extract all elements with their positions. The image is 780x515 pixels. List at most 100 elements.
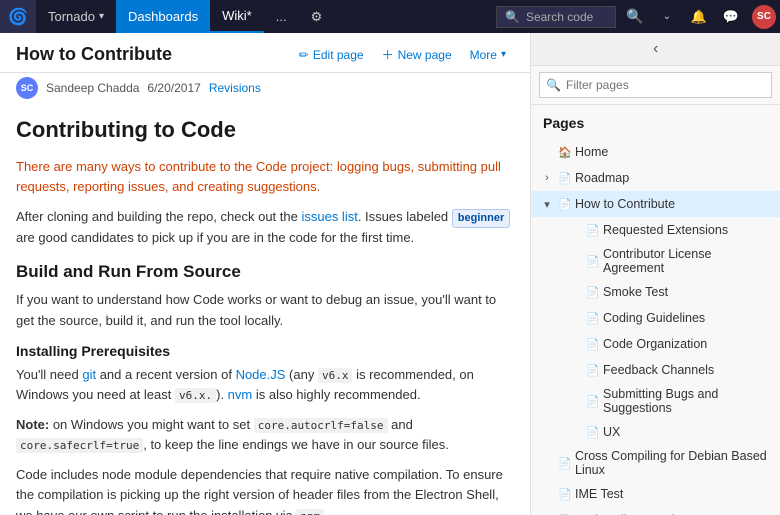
topbar-more[interactable]: ... <box>264 0 299 33</box>
topbar-settings[interactable]: ⚙ <box>299 0 335 33</box>
note-para: Note: on Windows you might want to set c… <box>16 415 514 455</box>
plus-icon: ＋ <box>382 46 394 63</box>
notifications-btn[interactable]: 🔔 <box>684 0 714 33</box>
search-code-box[interactable]: 🔍 Search code <box>496 6 616 28</box>
chat-btn[interactable]: 💬 <box>716 0 746 33</box>
note-label: Note: <box>16 417 49 432</box>
content-header: How to Contribute ✏ Edit page ＋ New page… <box>0 33 530 73</box>
topbar-icon-group: 🔍 ⌄ 🔔 💬 SC <box>620 0 780 33</box>
new-page-btn[interactable]: ＋ New page <box>374 43 460 66</box>
tree-label-ime: IME Test <box>575 487 772 501</box>
filter-wrap: 🔍 <box>539 72 772 98</box>
tree-item-submitting[interactable]: 📄 Submitting Bugs and Suggestions <box>531 383 780 419</box>
chevron-down-icon: ▾ <box>99 11 104 22</box>
page-icon-submitting: 📄 <box>585 395 601 408</box>
tree-item-home[interactable]: 🏠 Home <box>531 139 780 165</box>
sidebar-filter-area: 🔍 <box>531 66 780 105</box>
tree-label-submitting: Submitting Bugs and Suggestions <box>603 387 772 415</box>
v6x2-code: v6.x. <box>175 388 216 403</box>
topbar-dashboards[interactable]: Dashboards <box>116 0 210 33</box>
content-area: How to Contribute ✏ Edit page ＋ New page… <box>0 33 530 515</box>
topbar-project[interactable]: Tornado ▾ <box>36 0 116 33</box>
tree-label-ux: UX <box>603 425 772 439</box>
tree-item-cla[interactable]: 📄 Contributor License Agreement <box>531 243 780 279</box>
nvm-link[interactable]: nvm <box>228 387 253 402</box>
edit-page-btn[interactable]: ✏ Edit page <box>291 45 372 65</box>
section1-title: Build and Run From Source <box>16 262 514 282</box>
tree-item-requested-ext[interactable]: 📄 Requested Extensions <box>531 217 780 243</box>
tree-label-howto: How to Contribute <box>575 197 772 211</box>
page-icon-howto: 📄 <box>557 198 573 211</box>
tree-label-home: Home <box>575 145 772 159</box>
page-icon-feedback: 📄 <box>585 364 601 377</box>
tree-item-coding-guidelines[interactable]: 📄 Coding Guidelines <box>531 305 780 331</box>
author-avatar: SC <box>16 77 38 99</box>
sidebar-collapse-btn[interactable]: › <box>531 33 780 66</box>
tree-label-feedback: Feedback Channels <box>603 363 772 377</box>
filter-pages-input[interactable] <box>539 72 772 98</box>
revisions-link[interactable]: Revisions <box>209 81 261 95</box>
pages-label: Pages <box>531 111 780 139</box>
sidebar: › 🔍 Pages 🏠 Home › 📄 Roadmap <box>530 33 780 515</box>
page-icon-smoke: 📄 <box>585 286 601 299</box>
search-icon: 🔍 <box>505 10 520 24</box>
tree-item-cross-compiling[interactable]: 📄 Cross Compiling for Debian Based Linux <box>531 445 780 481</box>
page-icon-code-org: 📄 <box>585 338 601 351</box>
account-chevron-btn[interactable]: ⌄ <box>652 0 682 33</box>
page-icon-ux: 📄 <box>585 426 601 439</box>
article-content: Contributing to Code There are many ways… <box>0 105 530 515</box>
app-logo[interactable]: 🌀 <box>0 0 36 33</box>
page-icon-roadmap: 📄 <box>557 172 573 185</box>
user-avatar[interactable]: SC <box>752 5 776 29</box>
main-layout: How to Contribute ✏ Edit page ＋ New page… <box>0 33 780 515</box>
npm-code: npm <box>296 509 324 515</box>
topbar-wiki[interactable]: Wiki* <box>210 0 264 33</box>
search-toggle-btn[interactable]: 🔍 <box>620 0 650 33</box>
article-title: Contributing to Code <box>16 117 514 143</box>
more-btn[interactable]: More ▾ <box>462 45 514 65</box>
pages-tree: Pages 🏠 Home › 📄 Roadmap ▾ 📄 How to Cont… <box>531 105 780 515</box>
author-name: Sandeep Chadda <box>46 81 139 95</box>
tree-label-cross: Cross Compiling for Debian Based Linux <box>575 449 772 477</box>
final-para: Code includes node module dependencies t… <box>16 465 514 515</box>
tree-item-ime-test[interactable]: 📄 IME Test <box>531 481 780 507</box>
section2-para: You'll need git and a recent version of … <box>16 365 514 405</box>
header-actions: ✏ Edit page ＋ New page More ▾ <box>291 43 514 66</box>
beginner-badge: beginner <box>452 209 510 228</box>
page-title: How to Contribute <box>16 44 172 65</box>
section2-title: Installing Prerequisites <box>16 343 514 359</box>
tree-label-code-org: Code Organization <box>603 337 772 351</box>
tree-item-code-editor-roadmap[interactable]: 📄 Code Editor Roadmap <box>531 507 780 515</box>
autocrlf-code: core.autocrlf=false <box>254 418 388 433</box>
author-date: 6/20/2017 <box>147 81 200 95</box>
tree-label-roadmap: Roadmap <box>575 171 772 185</box>
chevron-roadmap: › <box>539 172 555 184</box>
tree-label-coding: Coding Guidelines <box>603 311 772 325</box>
git-link[interactable]: git <box>82 367 96 382</box>
issues-link[interactable]: issues list <box>301 209 357 224</box>
tree-item-smoke-test[interactable]: 📄 Smoke Test <box>531 279 780 305</box>
page-icon-cla: 📄 <box>585 255 601 268</box>
filter-search-icon: 🔍 <box>546 78 561 92</box>
page-icon-coding: 📄 <box>585 312 601 325</box>
author-bar: SC Sandeep Chadda 6/20/2017 Revisions <box>0 73 530 105</box>
safecrlf-code: core.safecrlf=true <box>16 438 143 453</box>
tree-item-howto[interactable]: ▾ 📄 How to Contribute <box>531 191 780 217</box>
tree-label-cla: Contributor License Agreement <box>603 247 772 275</box>
tree-item-ux[interactable]: 📄 UX <box>531 419 780 445</box>
tree-item-roadmap[interactable]: › 📄 Roadmap <box>531 165 780 191</box>
tree-item-feedback[interactable]: 📄 Feedback Channels <box>531 357 780 383</box>
tree-label-req-ext: Requested Extensions <box>603 223 772 237</box>
article-intro: There are many ways to contribute to the… <box>16 157 514 197</box>
edit-icon: ✏ <box>299 48 309 62</box>
more-chevron-icon: ▾ <box>501 49 506 60</box>
nodejs-link[interactable]: Node.JS <box>236 367 286 382</box>
tree-label-smoke: Smoke Test <box>603 285 772 299</box>
home-icon: 🏠 <box>557 146 573 159</box>
article-clone-para: After cloning and building the repo, che… <box>16 207 514 248</box>
page-icon-cross: 📄 <box>557 457 573 470</box>
page-icon-ime: 📄 <box>557 488 573 501</box>
page-icon-req-ext: 📄 <box>585 224 601 237</box>
chevron-howto: ▾ <box>539 198 555 211</box>
tree-item-code-org[interactable]: 📄 Code Organization <box>531 331 780 357</box>
